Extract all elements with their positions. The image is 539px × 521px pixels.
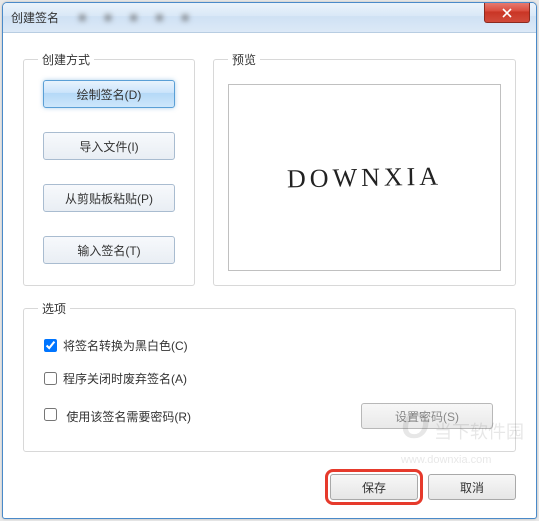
convert-bw-label: 将签名转换为黑白色(C) — [63, 337, 188, 354]
dialog-window: 创建签名 ■ ■ ■ ■ ■ 创建方式 绘制签名(D) 导入文件(I) 从剪贴板… — [2, 2, 537, 519]
create-method-legend: 创建方式 — [38, 51, 94, 68]
preview-signature-text: DOWNXIA — [287, 161, 443, 194]
discard-checkbox[interactable] — [44, 372, 57, 385]
dialog-content: 创建方式 绘制签名(D) 导入文件(I) 从剪贴板粘贴(P) 输入签名(T) 预… — [3, 33, 536, 518]
password-label: 使用该签名需要密码(R) — [66, 410, 191, 424]
obscured-menu: ■ ■ ■ ■ ■ — [79, 12, 196, 24]
preview-canvas[interactable]: DOWNXIA — [228, 84, 501, 271]
options-legend: 选项 — [38, 300, 70, 317]
draw-signature-button[interactable]: 绘制签名(D) — [43, 80, 175, 108]
cancel-button[interactable]: 取消 — [428, 474, 516, 500]
window-title: 创建签名 — [11, 9, 59, 26]
discard-label: 程序关闭时废弃签名(A) — [63, 370, 187, 387]
options-group: 选项 将签名转换为黑白色(C) 程序关闭时废弃签名(A) 使用该签名需要密码(R… — [23, 300, 516, 452]
preview-group: 预览 DOWNXIA — [213, 51, 516, 286]
save-button[interactable]: 保存 — [330, 474, 418, 500]
preview-legend: 预览 — [228, 51, 260, 68]
paste-clipboard-button[interactable]: 从剪贴板粘贴(P) — [43, 184, 175, 212]
create-method-group: 创建方式 绘制签名(D) 导入文件(I) 从剪贴板粘贴(P) 输入签名(T) — [23, 51, 195, 286]
action-bar: 保存 取消 — [330, 474, 516, 500]
type-signature-button[interactable]: 输入签名(T) — [43, 236, 175, 264]
password-checkbox[interactable] — [44, 408, 57, 421]
option-password: 使用该签名需要密码(R) 设置密码(S) — [38, 395, 501, 437]
titlebar[interactable]: 创建签名 ■ ■ ■ ■ ■ — [3, 3, 536, 33]
convert-bw-checkbox[interactable] — [44, 339, 57, 352]
close-icon — [502, 8, 512, 18]
import-file-button[interactable]: 导入文件(I) — [43, 132, 175, 160]
set-password-button[interactable]: 设置密码(S) — [361, 403, 493, 429]
option-discard: 程序关闭时废弃签名(A) — [38, 362, 501, 395]
close-button[interactable] — [484, 3, 530, 23]
option-convert-bw: 将签名转换为黑白色(C) — [38, 329, 501, 362]
